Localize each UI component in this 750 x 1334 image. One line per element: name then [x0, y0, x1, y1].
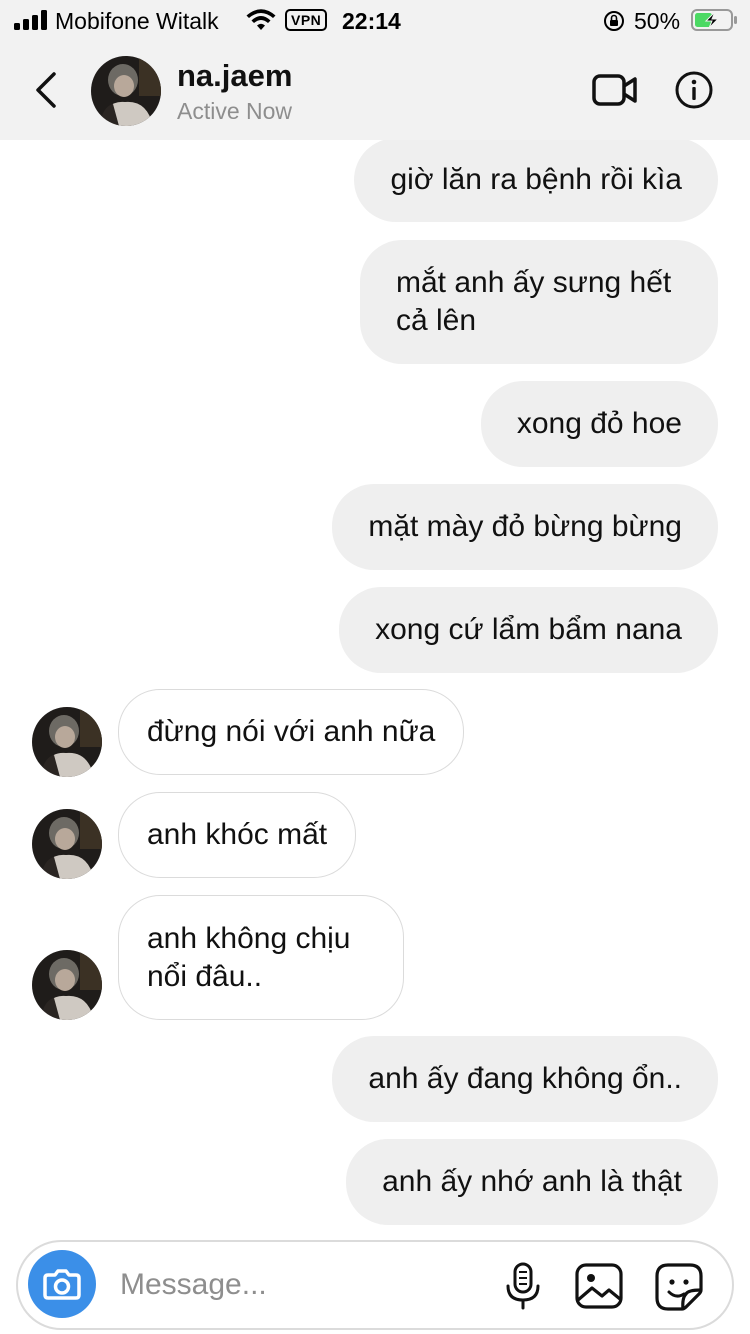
message-sent[interactable]: anh ấy đang không ổn.. — [332, 1036, 718, 1122]
message-text: đừng nói với anh nữa — [147, 715, 436, 748]
microphone-icon[interactable] — [504, 1262, 542, 1310]
camera-icon — [43, 1269, 81, 1300]
message-text: anh không chịu nổi đâu.. — [147, 921, 351, 993]
battery-percent: 50% — [634, 8, 681, 34]
avatar[interactable] — [32, 707, 102, 777]
orientation-lock-icon — [604, 11, 624, 31]
carrier-name: Mobifone Witalk — [55, 8, 219, 34]
camera-button[interactable] — [28, 1250, 96, 1318]
image-gallery-icon[interactable] — [574, 1262, 624, 1310]
message-sent[interactable]: xong đỏ hoe — [480, 381, 718, 467]
message-sent[interactable]: anh ấy nhớ anh là thật — [346, 1139, 718, 1225]
battery-icon — [691, 9, 737, 31]
message-text: anh ấy nhớ anh là thật — [382, 1165, 682, 1198]
message-text: anh khóc mất — [147, 818, 328, 851]
chat-header: na.jaem Active Now — [0, 40, 750, 140]
message-text: mặt mày đỏ bừng bừng — [368, 510, 682, 543]
message-text: xong đỏ hoe — [516, 407, 682, 440]
message-sent[interactable]: mắt anh ấy sưng hết cả lên — [360, 240, 718, 364]
message-sent[interactable]: mặt mày đỏ bừng bừng — [332, 484, 718, 570]
chevron-left-icon[interactable] — [30, 70, 60, 110]
message-sent[interactable]: giờ lăn ra bệnh rồi kìa — [354, 140, 718, 222]
info-icon[interactable] — [674, 70, 714, 110]
message-text: giờ lăn ra bệnh rồi kìa — [390, 163, 682, 196]
message-received[interactable]: anh không chịu nổi đâu.. — [118, 895, 404, 1020]
message-received[interactable]: anh khóc mất — [118, 792, 357, 878]
message-received[interactable]: đừng nói với anh nữa — [118, 689, 465, 775]
wifi-icon — [246, 9, 276, 30]
avatar[interactable] — [32, 950, 102, 1020]
vpn-badge: VPN — [285, 9, 328, 31]
message-text: xong cứ lẩm bẩm nana — [375, 613, 682, 646]
message-sent[interactable]: xong cứ lẩm bẩm nana — [339, 587, 718, 673]
video-camera-icon[interactable] — [592, 70, 638, 110]
message-input[interactable] — [120, 1262, 490, 1308]
message-text: mắt anh ấy sưng hết cả lên — [396, 266, 672, 337]
message-composer — [16, 1240, 734, 1330]
active-status: Active Now — [177, 98, 293, 124]
avatar[interactable] — [91, 56, 161, 126]
message-text: anh ấy đang không ổn.. — [368, 1062, 682, 1095]
cellular-signal-icon — [14, 10, 48, 30]
clock: 22:14 — [342, 8, 401, 34]
avatar[interactable] — [32, 809, 102, 879]
contact-username[interactable]: na.jaem — [177, 58, 292, 94]
sticker-icon[interactable] — [654, 1262, 704, 1312]
status-bar: Mobifone Witalk VPN 22:14 50% — [0, 0, 750, 40]
message-thread[interactable]: giờ lăn ra bệnh rồi kìa mắt anh ấy sưng … — [0, 140, 750, 1235]
